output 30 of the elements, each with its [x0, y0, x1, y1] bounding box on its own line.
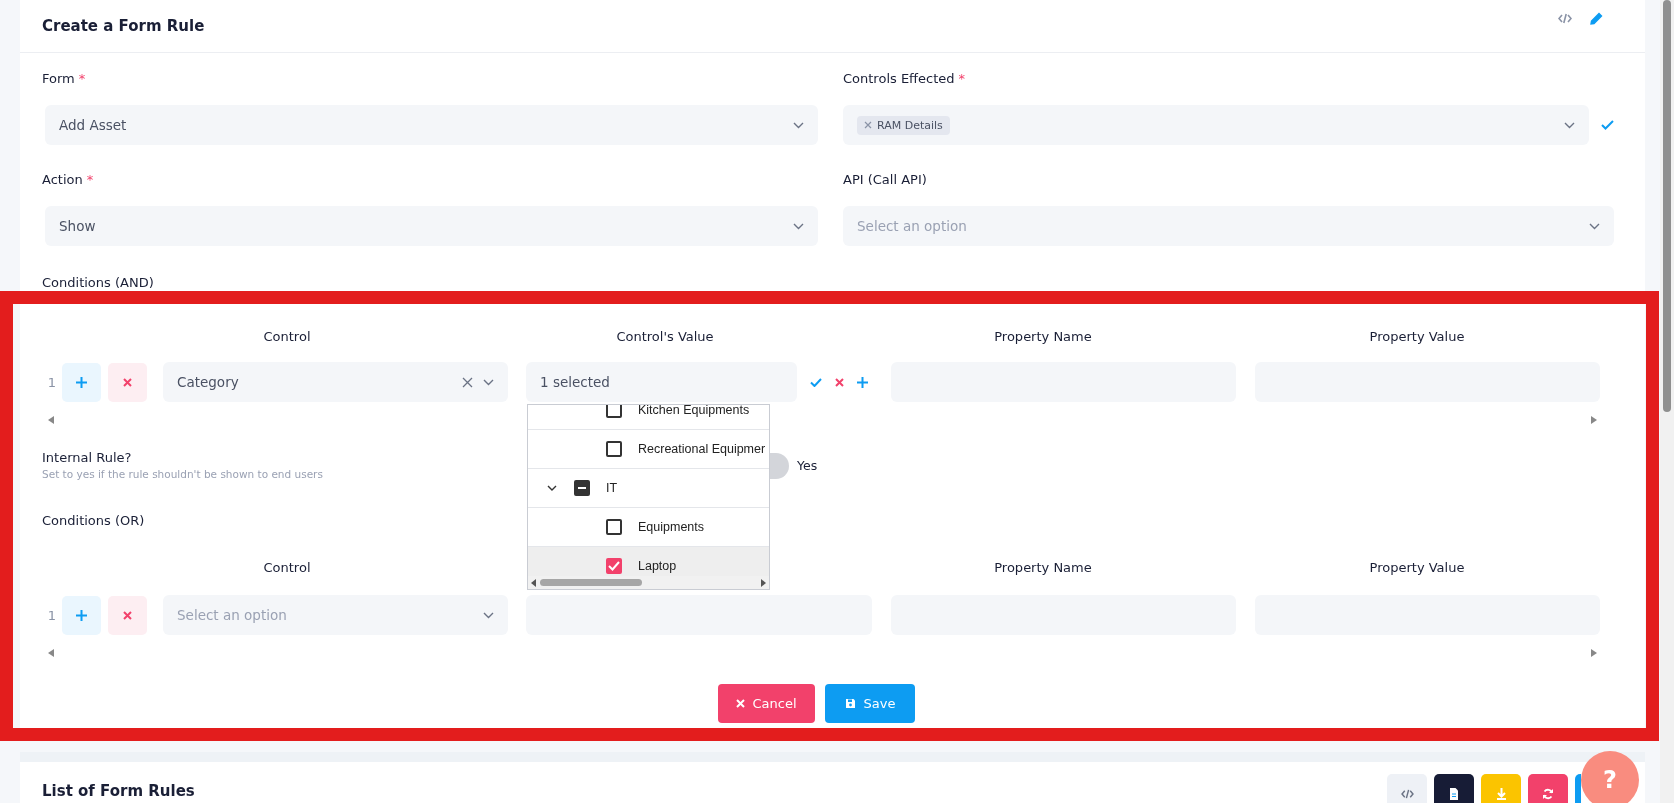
column-header: Property Name: [994, 559, 1092, 577]
dropdown-option[interactable]: IT: [528, 469, 769, 508]
control-select[interactable]: Category: [163, 362, 508, 402]
column-header: Property Value: [1369, 559, 1465, 577]
field-hint: Set to yes if the rule shouldn't be shown to end users: [42, 467, 324, 482]
column-header: Control: [263, 328, 311, 346]
select-field[interactable]: Show: [45, 206, 818, 246]
select-field[interactable]: Add Asset: [45, 105, 818, 145]
column-header: Property Name: [994, 328, 1092, 346]
column-header: Control's Value: [616, 328, 714, 346]
value-select[interactable]: 1 selected: [526, 362, 797, 402]
column-header: Property Value: [1369, 328, 1465, 346]
field-label: Controls Effected *: [843, 70, 967, 88]
tag-chip[interactable]: RAM Details: [857, 115, 950, 135]
select-field[interactable]: RAM Details: [843, 105, 1589, 145]
column-header: Control: [263, 559, 311, 577]
section-title: Conditions (OR): [42, 512, 145, 530]
field-label: API (Call API): [843, 171, 928, 189]
toggle-label: Yes: [797, 458, 818, 473]
field-label: Form *: [42, 70, 87, 88]
card-title: List of Form Rules: [42, 782, 195, 800]
row-number: 1: [46, 607, 58, 623]
cancel-button[interactable]: Cancel: [717, 684, 815, 723]
dropdown-option[interactable]: Kitchen Equipments: [528, 405, 769, 430]
field-label: Action *: [42, 171, 95, 189]
section-title: Conditions (AND): [42, 274, 154, 292]
dropdown-option[interactable]: Laptop: [528, 547, 769, 576]
dropdown-option[interactable]: Recreational Equipmer: [528, 430, 769, 469]
row-number: 1: [46, 374, 58, 390]
card-title: Create a Form Rule: [42, 17, 205, 35]
